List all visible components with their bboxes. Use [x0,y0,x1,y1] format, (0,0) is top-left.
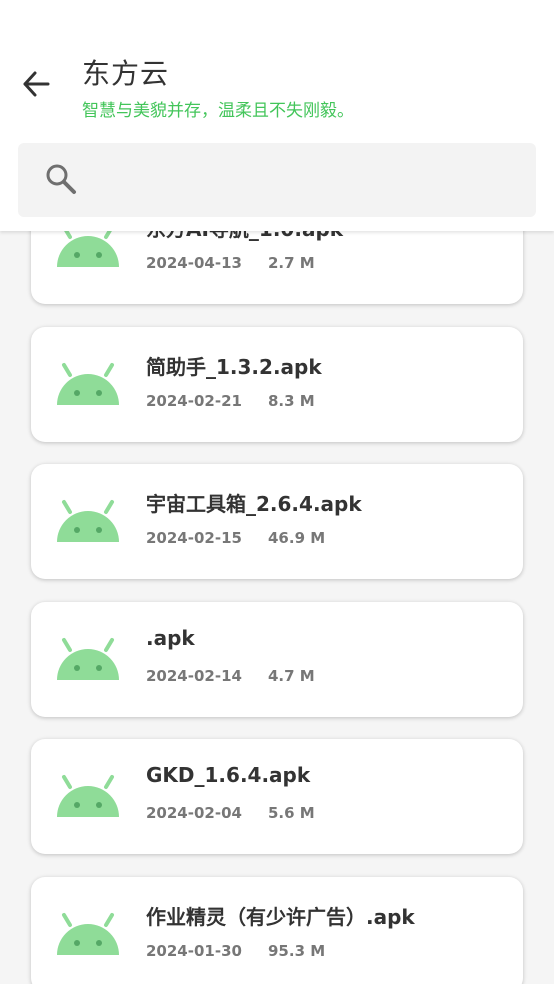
search-bar[interactable] [18,143,536,217]
file-size: 95.3 M [268,942,326,960]
file-card[interactable]: GKD_1.6.4.apk 2024-02-04 5.6 M [31,739,523,854]
file-name: .apk [146,626,195,650]
file-card[interactable]: 作业精灵（有少许广告）.apk 2024-01-30 95.3 M [31,877,523,984]
file-size: 2.7 M [268,254,315,272]
file-size: 46.9 M [268,529,326,547]
page-subtitle: 智慧与美貌并存，温柔且不失刚毅。 [82,101,354,121]
file-date: 2024-02-14 [146,667,242,685]
file-name: GKD_1.6.4.apk [146,763,311,787]
android-icon [57,775,119,817]
file-size: 4.7 M [268,667,315,685]
file-size: 5.6 M [268,804,315,822]
android-icon [57,363,119,405]
file-date: 2024-02-15 [146,529,242,547]
search-icon[interactable] [44,162,78,196]
search-input[interactable] [98,155,518,205]
android-icon [57,913,119,955]
file-name: 作业精灵（有少许广告）.apk [146,905,415,929]
file-date: 2024-02-04 [146,804,242,822]
android-icon [57,638,119,680]
page-title: 东方云 [82,57,170,90]
file-size: 8.3 M [268,392,315,410]
file-date: 2024-02-21 [146,392,242,410]
file-date: 2024-01-30 [146,942,242,960]
file-date: 2024-04-13 [146,254,242,272]
back-button[interactable] [14,62,58,106]
app-header: 东方云 智慧与美貌并存，温柔且不失刚毅。 [0,0,554,231]
file-card[interactable]: 宇宙工具箱_2.6.4.apk 2024-02-15 46.9 M [31,464,523,579]
file-name: 宇宙工具箱_2.6.4.apk [146,492,362,516]
arrow-left-icon [23,71,50,97]
file-card[interactable]: 简助手_1.3.2.apk 2024-02-21 8.3 M [31,327,523,442]
android-icon [57,500,119,542]
file-name: 简助手_1.3.2.apk [146,355,322,379]
file-card[interactable]: .apk 2024-02-14 4.7 M [31,602,523,717]
